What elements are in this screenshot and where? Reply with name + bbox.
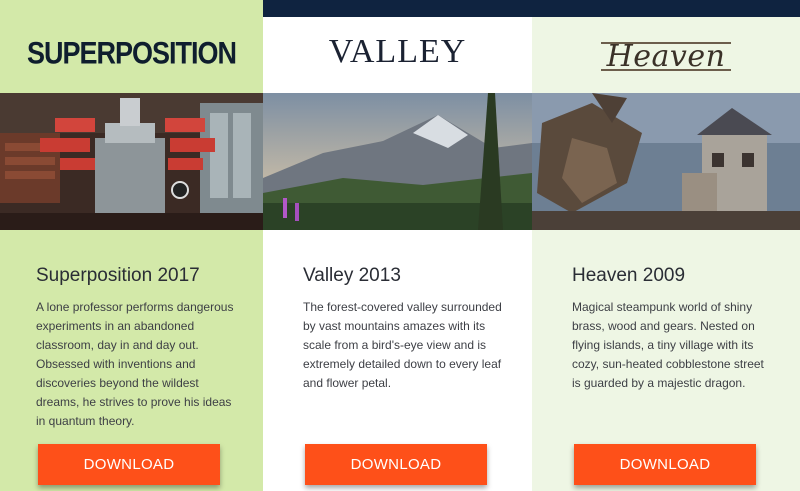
card-description: The forest-covered valley surrounded by … <box>303 300 502 390</box>
card-description: Magical steampunk world of shiny brass, … <box>572 300 764 390</box>
dragon-village-image <box>532 93 800 230</box>
card-title: Heaven 2009 <box>572 265 686 286</box>
card-title: Superposition 2017 <box>36 265 200 286</box>
mountain-valley-image <box>263 93 532 230</box>
card-superposition: SUPERPOSITION Superposition 2017 A lone … <box>0 0 263 491</box>
top-bar <box>532 0 800 17</box>
top-bar <box>263 0 532 17</box>
card-valley: VALLEY Valley 2013 The forest-covered va… <box>263 0 532 491</box>
heaven-logo-text: Heaven <box>606 38 726 74</box>
superposition-logo-text: SUPERPOSITION <box>26 35 237 70</box>
download-button[interactable]: DOWNLOAD <box>574 444 756 485</box>
lab-scene-image <box>0 93 263 230</box>
download-button[interactable]: DOWNLOAD <box>38 444 220 485</box>
heaven-logo: Heaven <box>532 20 800 92</box>
benchmark-cards: SUPERPOSITION Superposition 2017 A lone … <box>0 0 800 491</box>
download-button[interactable]: DOWNLOAD <box>305 444 487 485</box>
valley-logo: VALLEY <box>263 20 532 92</box>
card-heaven: Heaven Heaven 2009 Magical steampunk wor… <box>532 0 800 491</box>
card-description: A lone professor performs dangerous expe… <box>36 300 234 428</box>
card-title: Valley 2013 <box>303 265 401 286</box>
superposition-logo: SUPERPOSITION <box>0 20 263 92</box>
valley-logo-text: VALLEY <box>328 33 467 70</box>
